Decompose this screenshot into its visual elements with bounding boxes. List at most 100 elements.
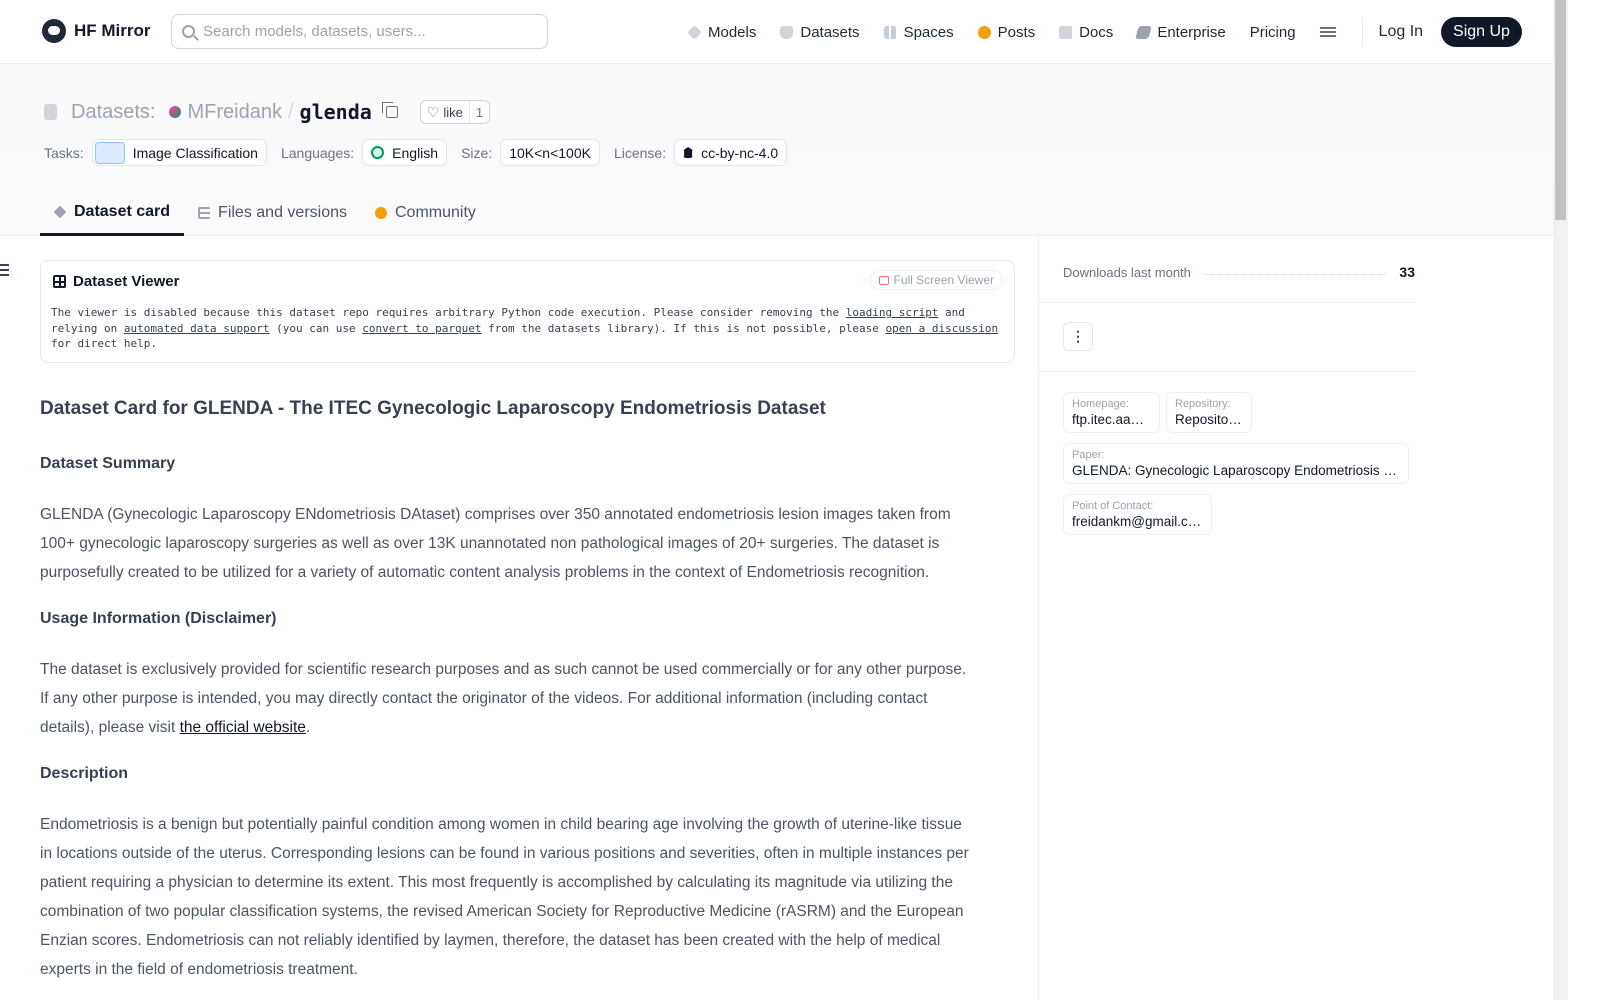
language-tag[interactable]: English <box>362 139 448 166</box>
nav-posts[interactable]: Posts <box>977 23 1036 41</box>
right-sidebar: Downloads last month 33 ⋮ Homepage: ftp.… <box>1038 236 1553 1000</box>
signup-button[interactable]: Sign Up <box>1441 17 1522 47</box>
homepage-value: ftp.itec.aau.at <box>1072 412 1151 427</box>
size-tag-label: 10K<n<100K <box>509 144 591 161</box>
datasets-icon <box>780 25 794 39</box>
page-scrollbar[interactable] <box>1553 0 1568 1000</box>
nav-spaces[interactable]: Spaces <box>883 23 954 41</box>
task-tag-label: Image Classification <box>132 144 258 161</box>
fullscreen-icon <box>878 275 889 285</box>
viewer-title: Dataset Viewer <box>53 273 179 290</box>
msg-part: from the datasets library). If this is n… <box>481 321 886 335</box>
license-tag[interactable]: cc-by-nc-4.0 <box>674 139 788 166</box>
nav-divider <box>1361 18 1363 46</box>
datasets-breadcrumb[interactable]: Datasets: <box>71 101 155 124</box>
homepage-label: Homepage: <box>1072 398 1129 410</box>
community-icon <box>375 207 387 219</box>
loading-script-link[interactable]: loading script <box>846 306 939 319</box>
scrollbar-thumb[interactable] <box>1555 0 1566 220</box>
brand-link[interactable]: HF Mirror <box>42 19 151 43</box>
official-website-link[interactable]: the official website <box>180 719 306 736</box>
posts-icon <box>977 25 991 39</box>
downloads-count: 33 <box>1399 264 1415 280</box>
automated-data-support-link[interactable]: automated data support <box>124 322 270 335</box>
license-icon <box>683 147 694 158</box>
repo-header: Datasets: MFreidank / glenda ♡ like 1 Tas… <box>0 64 1553 236</box>
convert-to-parquet-link[interactable]: convert to parquet <box>362 322 481 335</box>
nav-docs-label: Docs <box>1079 23 1114 41</box>
dataset-viewer-panel: Dataset Viewer Full Screen Viewer The vi… <box>40 260 1015 363</box>
like-button[interactable]: ♡ like 1 <box>419 100 491 124</box>
login-button[interactable]: Log In <box>1379 23 1423 41</box>
dataset-card-icon <box>53 205 67 218</box>
paper-label: Paper: <box>1072 449 1105 461</box>
hf-logo-icon <box>42 19 66 43</box>
card-title: Dataset Card for GLENDA - The ITEC Gynec… <box>40 398 826 419</box>
kebab-icon: ⋮ <box>1071 328 1085 344</box>
full-screen-label: Full Screen Viewer <box>893 273 995 287</box>
nav-datasets-label: Datasets <box>800 23 860 41</box>
repository-chip[interactable]: Repository: Repository: <box>1166 392 1252 433</box>
nav-more-menu[interactable] <box>1319 27 1336 37</box>
search-box[interactable] <box>171 14 548 49</box>
msg-part: for direct help. <box>51 337 157 350</box>
repo-name-link[interactable]: glenda <box>300 100 372 124</box>
downloads-label: Downloads last month <box>1063 264 1191 280</box>
tab-files-label: Files and versions <box>218 204 347 221</box>
nav-docs[interactable]: Docs <box>1059 24 1113 41</box>
paper-chip[interactable]: Paper: GLENDA: Gynecologic Laparoscopy E… <box>1063 443 1409 484</box>
license-tag-label: cc-by-nc-4.0 <box>701 144 779 161</box>
license-label: License: <box>613 144 667 161</box>
image-classification-icon <box>94 141 125 164</box>
nav-spaces-label: Spaces <box>903 23 954 41</box>
tasks-label: Tasks: <box>44 144 84 161</box>
languages-label: Languages: <box>280 144 355 161</box>
repository-value: Repository: <box>1175 412 1243 427</box>
description-text: Endometriosis is a benign but potentiall… <box>40 816 969 978</box>
spaces-icon <box>883 25 897 39</box>
nav-datasets[interactable]: Datasets <box>780 23 860 41</box>
homepage-chip[interactable]: Homepage: ftp.itec.aau.at <box>1063 392 1160 433</box>
main-content: Dataset Viewer Full Screen Viewer The vi… <box>0 236 1038 1000</box>
nav-pricing[interactable]: Pricing <box>1250 24 1296 41</box>
usage-text: The dataset is exclusively provided for … <box>40 655 970 742</box>
size-tag[interactable]: 10K<n<100K <box>500 139 600 166</box>
nav-links: Models Datasets Spaces Posts Docs Enterp… <box>687 17 1522 47</box>
more-options-button[interactable]: ⋮ <box>1063 322 1093 351</box>
enterprise-icon <box>1135 25 1153 39</box>
language-tag-label: English <box>392 144 439 161</box>
copy-icon[interactable] <box>381 102 398 118</box>
downloads-row: Downloads last month 33 <box>1063 264 1415 280</box>
contact-value: freidankm@gmail.com <box>1072 514 1203 529</box>
full-screen-viewer-button[interactable]: Full Screen Viewer <box>869 270 1003 290</box>
sidebar-divider <box>1039 371 1415 372</box>
dataset-card: Dataset Card for GLENDA - The ITEC Gynec… <box>40 396 970 1000</box>
globe-icon <box>371 146 385 159</box>
dataset-icon <box>44 104 57 120</box>
contact-chip[interactable]: Point of Contact: freidankm@gmail.com <box>1063 494 1212 535</box>
repository-label: Repository: <box>1175 398 1231 410</box>
tab-community[interactable]: Community <box>361 190 490 236</box>
owner-link[interactable]: MFreidank <box>187 101 281 124</box>
like-label: like <box>443 104 463 120</box>
more-menu-icon <box>1319 27 1336 37</box>
like-count[interactable]: 1 <box>468 101 489 123</box>
nav-models[interactable]: Models <box>687 23 757 41</box>
msg-part: (you can use <box>269 321 363 335</box>
nav-enterprise[interactable]: Enterprise <box>1135 23 1226 41</box>
task-tag[interactable]: Image Classification <box>91 139 267 166</box>
sidebar-divider <box>1039 302 1415 303</box>
nav-enterprise-label: Enterprise <box>1157 23 1226 41</box>
tab-dataset-card-label: Dataset card <box>74 202 171 220</box>
tab-files-and-versions[interactable]: Files and versions <box>184 190 361 236</box>
open-discussion-link[interactable]: open a discussion <box>885 322 998 335</box>
repo-title: Datasets: MFreidank / glenda ♡ like 1 <box>44 100 491 124</box>
nav-posts-label: Posts <box>997 23 1036 41</box>
search-input[interactable] <box>203 23 533 40</box>
tab-dataset-card[interactable]: Dataset card <box>40 190 185 236</box>
tag-row: Tasks: Image Classification Languages: E… <box>44 139 801 166</box>
top-navbar: HF Mirror Models Datasets Spaces Posts D… <box>0 0 1553 64</box>
summary-heading: Dataset Summary <box>40 455 176 472</box>
nav-models-label: Models <box>708 23 757 41</box>
msg-part: The viewer is disabled because this data… <box>51 306 846 319</box>
